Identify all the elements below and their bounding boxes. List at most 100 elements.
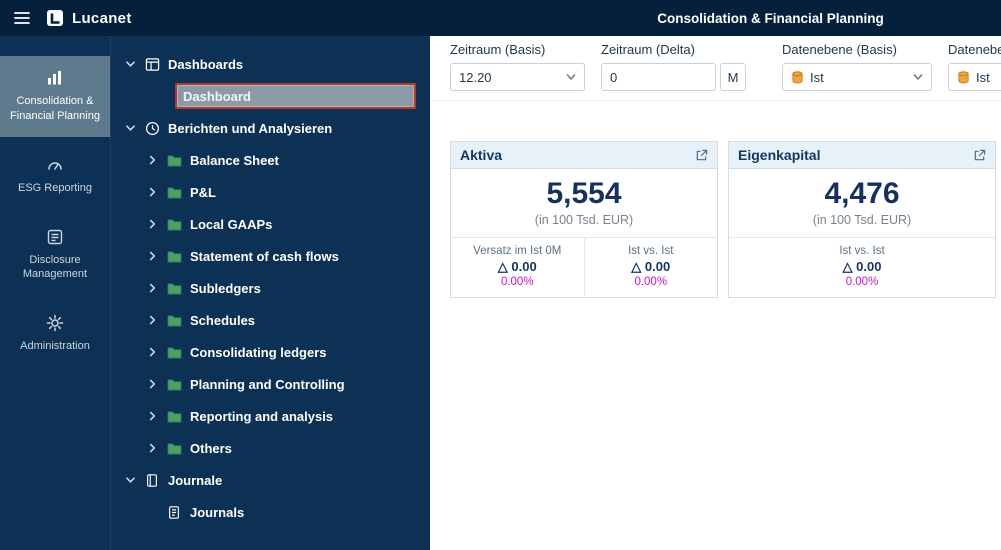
metric-label: Ist vs. Ist xyxy=(839,245,885,257)
select-value: 12.20 xyxy=(459,69,492,85)
chevron-right-icon[interactable] xyxy=(146,443,159,453)
tree-item-label: Schedules xyxy=(190,312,256,328)
unit-toggle-button[interactable]: M xyxy=(720,63,746,91)
tree-item-schedules[interactable]: Schedules xyxy=(111,304,430,336)
tree-item-label: Consolidating ledgers xyxy=(190,344,327,360)
caret-down-icon xyxy=(566,73,576,81)
kpi-card-aktiva: Aktiva 5,554 (in 100 Tsd. EUR) Versatz im I… xyxy=(450,141,718,298)
metric-ist-vs-ist: Ist vs. Ist △ 0.00 0.00% xyxy=(583,238,718,297)
book-icon xyxy=(144,473,160,488)
chevron-right-icon[interactable] xyxy=(146,411,159,421)
datalevel-icon xyxy=(791,70,804,84)
rail-item-esg-reporting[interactable]: ESG Reporting xyxy=(0,143,110,209)
filter-label: Datenebene (Basis) xyxy=(782,42,897,57)
chevron-right-icon[interactable] xyxy=(146,155,159,165)
filter-control-row: Ist xyxy=(948,63,1001,91)
chevron-down-icon[interactable] xyxy=(124,475,137,485)
tree-item-dashboards[interactable]: Dashboards xyxy=(111,48,430,80)
chevron-right-icon[interactable] xyxy=(146,379,159,389)
tree-item-dashboard[interactable]: Dashboard xyxy=(175,83,416,109)
tree-item-subledgers[interactable]: Subledgers xyxy=(111,272,430,304)
card-value: 4,476 xyxy=(824,177,900,210)
filter-control-row: Ist xyxy=(782,63,932,91)
folder-icon xyxy=(166,186,182,199)
chevron-down-icon[interactable] xyxy=(124,123,137,133)
rail-item-label: Consolidation & Financial Planning xyxy=(10,95,100,122)
folder-icon xyxy=(166,378,182,391)
topbar: Lucanet Consolidation & Financial Planni… xyxy=(0,0,1001,36)
folder-icon xyxy=(166,442,182,455)
chevron-right-icon[interactable] xyxy=(146,219,159,229)
card-unit: (in 100 Tsd. EUR) xyxy=(812,213,912,227)
app-body: Consolidation & Financial Planning ESG Re… xyxy=(0,36,1001,550)
metric-percent: 0.00% xyxy=(634,276,668,288)
tree-item-balance-sheet[interactable]: Balance Sheet xyxy=(111,144,430,176)
tree-item-label: Statement of cash flows xyxy=(190,248,339,264)
clock-icon xyxy=(144,121,160,136)
metric-delta: △ 0.00 xyxy=(497,259,537,274)
tree-item-label: Journals xyxy=(190,504,245,520)
caret-down-icon xyxy=(913,73,923,81)
tree-item-label: Local GAAPs xyxy=(190,216,273,232)
card-unit: (in 100 Tsd. EUR) xyxy=(534,213,634,227)
rail-item-consolidation-financial-planning[interactable]: Consolidation & Financial Planning xyxy=(0,56,110,137)
esg-gauge-icon xyxy=(46,156,64,174)
tree-item-p-l[interactable]: P&L xyxy=(111,176,430,208)
folder-icon xyxy=(166,410,182,423)
lucanet-logo-icon xyxy=(46,9,64,27)
tree-item-label: Balance Sheet xyxy=(190,152,279,168)
disclosure-document-icon xyxy=(46,228,64,246)
chevron-right-icon[interactable] xyxy=(146,251,159,261)
chevron-right-icon[interactable] xyxy=(146,315,159,325)
tree-item-berichten-und-analysieren[interactable]: Berichten und Analysieren xyxy=(111,112,430,144)
app-root: Lucanet Consolidation & Financial Planni… xyxy=(0,0,1001,550)
chevron-right-icon[interactable] xyxy=(146,347,159,357)
card-title: Eigenkapital xyxy=(738,147,821,163)
brand: Lucanet xyxy=(46,9,132,27)
tree-item-others[interactable]: Others xyxy=(111,432,430,464)
chevron-down-icon[interactable] xyxy=(124,59,137,69)
filter-label: Zeitraum (Delta) xyxy=(601,42,695,57)
main-content: Zeitraum (Basis) 12.20 Zeitraum (Delta) M Da… xyxy=(430,36,1001,550)
tree-item-journale[interactable]: Journale xyxy=(111,464,430,496)
tree-item-label: Others xyxy=(190,440,232,456)
card-header: Eigenkapital xyxy=(729,142,995,169)
consolidation-chart-icon xyxy=(46,69,64,87)
rail-item-disclosure-management[interactable]: Disclosure Management xyxy=(0,215,110,296)
metric-percent: 0.00% xyxy=(500,276,534,288)
tree-item-consolidating-ledgers[interactable]: Consolidating ledgers xyxy=(111,336,430,368)
metric-label: Ist vs. Ist xyxy=(628,245,674,257)
tree-item-planning-and-controlling[interactable]: Planning and Controlling xyxy=(111,368,430,400)
folder-icon xyxy=(166,218,182,231)
filter-bar: Zeitraum (Basis) 12.20 Zeitraum (Delta) M Da… xyxy=(430,36,1001,101)
input-zeitraum-delta[interactable] xyxy=(601,63,716,91)
select-datenebene-delta[interactable]: Ist xyxy=(948,63,1001,91)
tree-item-journals[interactable]: Journals xyxy=(111,496,430,528)
select-zeitraum-basis[interactable]: 12.20 xyxy=(450,63,585,91)
brand-name: Lucanet xyxy=(72,9,132,27)
tree-item-label: Subledgers xyxy=(190,280,261,296)
metric-ist-vs-ist: Ist vs. Ist △ 0.00 0.00% xyxy=(729,238,995,297)
filter-label: Datenebene (Delta) xyxy=(948,42,1001,57)
select-value: Ist xyxy=(810,69,824,85)
folder-icon xyxy=(166,250,182,263)
tree-item-label: Planning and Controlling xyxy=(190,376,345,392)
chevron-right-icon[interactable] xyxy=(146,283,159,293)
metric-delta: △ 0.00 xyxy=(631,259,671,274)
hamburger-icon[interactable] xyxy=(14,11,30,25)
tree-item-statement-of-cash-flows[interactable]: Statement of cash flows xyxy=(111,240,430,272)
tree-item-local-gaaps[interactable]: Local GAAPs xyxy=(111,208,430,240)
metric-label: Versatz im Ist 0M xyxy=(473,245,562,257)
filter-input[interactable] xyxy=(610,69,707,85)
gear-icon xyxy=(46,314,64,332)
open-external-icon[interactable] xyxy=(695,149,708,162)
tree-item-label: Dashboard xyxy=(183,88,251,104)
metric-delta: △ 0.00 xyxy=(842,259,882,274)
rail-item-administration[interactable]: Administration xyxy=(0,301,110,367)
tree-item-label: Dashboards xyxy=(168,56,244,72)
tree-item-label: Berichten und Analysieren xyxy=(168,120,333,136)
select-datenebene-basis[interactable]: Ist xyxy=(782,63,932,91)
tree-item-reporting-and-analysis[interactable]: Reporting and analysis xyxy=(111,400,430,432)
chevron-right-icon[interactable] xyxy=(146,187,159,197)
open-external-icon[interactable] xyxy=(973,149,986,162)
